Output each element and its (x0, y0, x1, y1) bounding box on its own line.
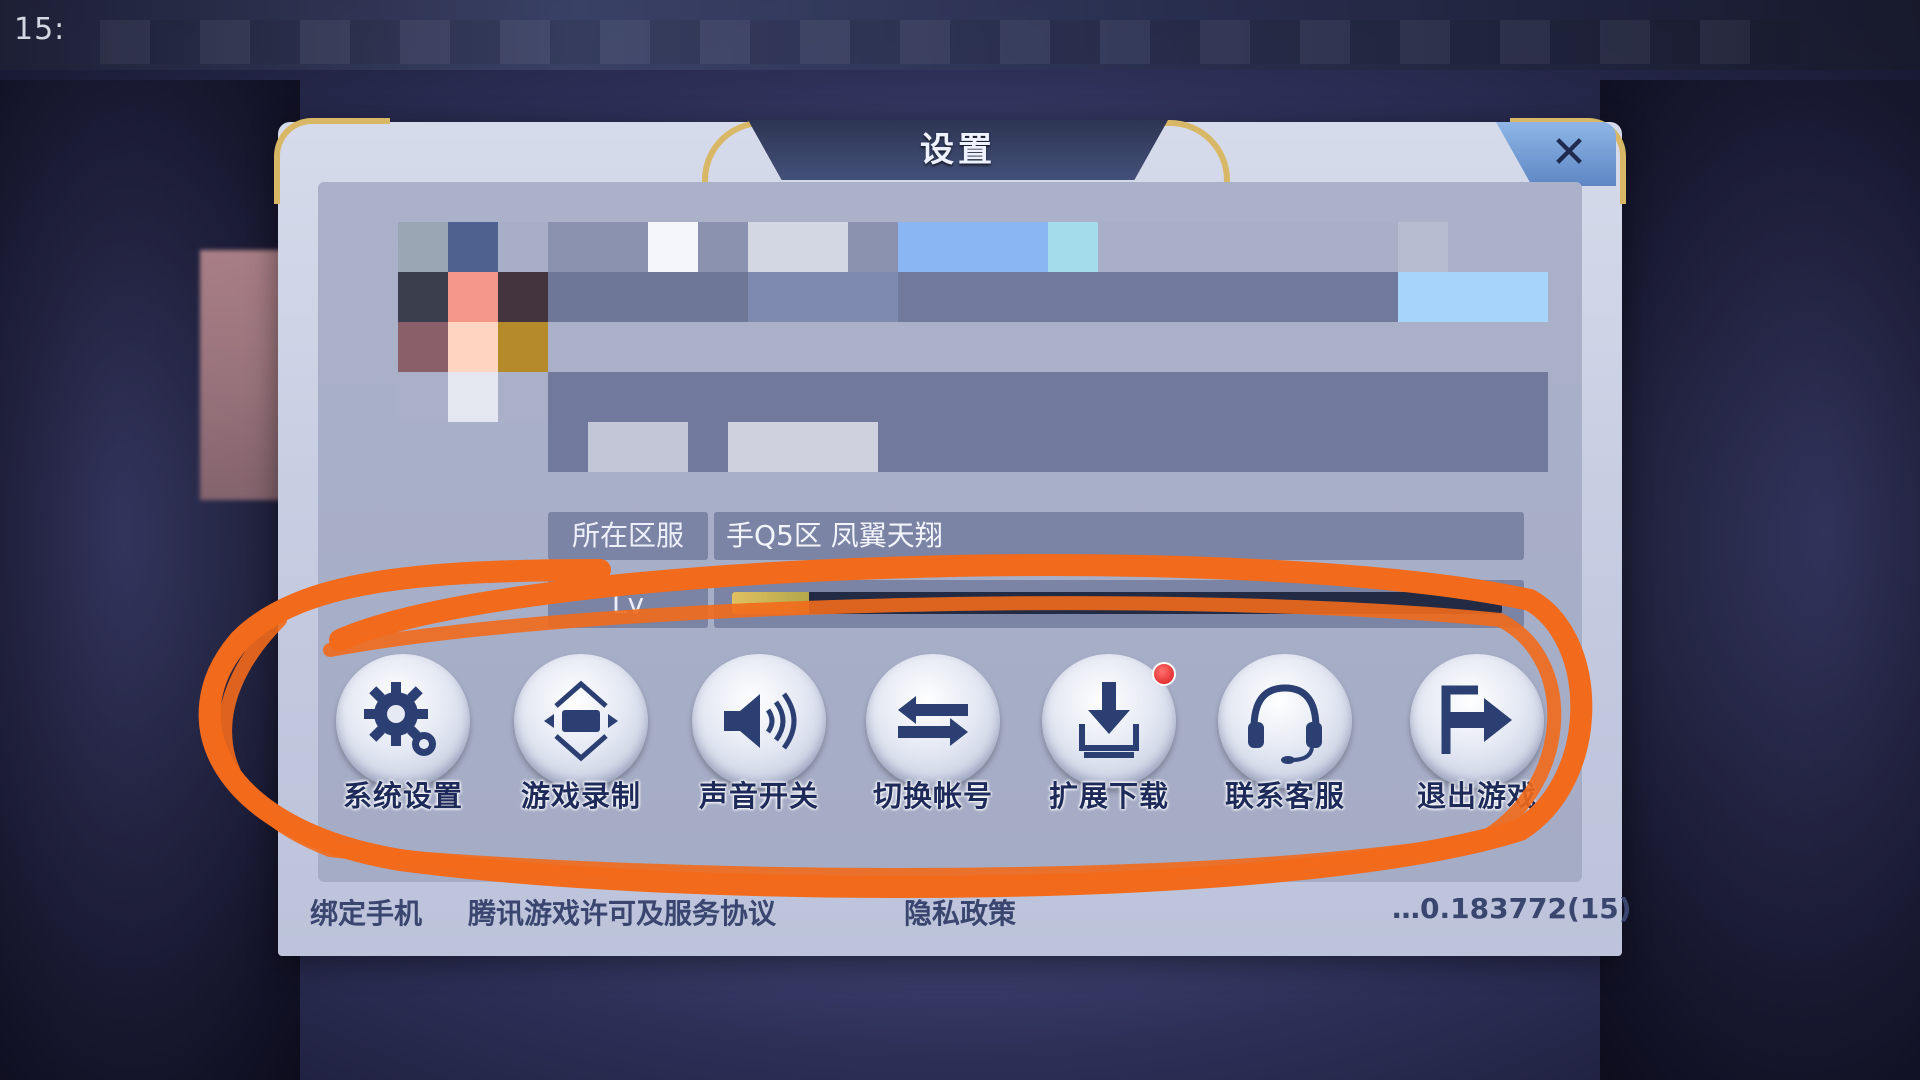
level-row: Lv (548, 580, 1524, 628)
blurred-hud (100, 20, 1800, 64)
button-label: 退出游戏 (1416, 779, 1537, 813)
button-label: 扩展下载 (1048, 779, 1169, 813)
button-circle (1410, 654, 1544, 788)
gear-icon (364, 682, 436, 756)
sound-toggle-button[interactable]: 声音开关 (684, 654, 834, 824)
speaker-icon (724, 692, 797, 750)
headset-icon (1248, 684, 1322, 764)
server-label: 所在区服 (548, 512, 708, 560)
game-screen: 15: 设置 ✕ 所在区服 手Q5区 凤翼天翔 Lv 系统设置 游戏录制 声音开… (0, 0, 1920, 1080)
button-circle (336, 654, 470, 788)
button-label: 联系客服 (1224, 779, 1345, 813)
level-progress-bar (714, 580, 1524, 628)
download-icon (1079, 682, 1139, 758)
button-circle (1218, 654, 1352, 788)
settings-dialog: 设置 ✕ 所在区服 手Q5区 凤翼天翔 Lv 系统设置 游戏录制 声音开关 切换… (274, 118, 1632, 956)
version-text: …0.183772(15) (1392, 892, 1632, 925)
button-label: 切换帐号 (872, 779, 993, 813)
server-value: 手Q5区 凤翼天翔 (714, 512, 1524, 560)
button-label: 系统设置 (342, 779, 463, 813)
notification-badge (1152, 662, 1176, 686)
button-label: 游戏录制 (520, 779, 641, 813)
progress-track (732, 592, 1502, 614)
exit-game-button[interactable]: 退出游戏 (1402, 654, 1552, 824)
record-icon (544, 680, 618, 762)
extension-download-button[interactable]: 扩展下载 (1034, 654, 1184, 824)
exit-icon (1441, 685, 1512, 754)
blurred-player-name (548, 222, 1448, 272)
avatar (398, 222, 548, 422)
progress-fill (732, 592, 809, 614)
button-circle (514, 654, 648, 788)
status-time: 15: (14, 12, 66, 47)
function-button-bar: 系统设置 游戏录制 声音开关 切换帐号 扩展下载 联系客服 退出游戏 (318, 654, 1582, 854)
close-icon[interactable]: ✕ (1534, 130, 1604, 176)
button-circle (866, 654, 1000, 788)
background-left (0, 80, 300, 1080)
switch-account-button[interactable]: 切换帐号 (858, 654, 1008, 824)
footer-links: 绑定手机 腾讯游戏许可及服务协议 隐私政策 …0.183772(15) (310, 882, 1632, 942)
contact-support-button[interactable]: 联系客服 (1210, 654, 1360, 824)
bind-phone-link[interactable]: 绑定手机 (310, 892, 422, 932)
system-settings-button[interactable]: 系统设置 (328, 654, 478, 824)
top-status-bar: 15: (0, 0, 1920, 70)
level-label: Lv (548, 580, 708, 628)
blurred-player-tags (588, 422, 878, 472)
agreement-link[interactable]: 腾讯游戏许可及服务协议 (468, 892, 776, 932)
privacy-link[interactable]: 隐私政策 (904, 892, 1016, 932)
server-row: 所在区服 手Q5区 凤翼天翔 (548, 512, 1524, 560)
dialog-title: 设置 (920, 130, 996, 170)
button-circle (692, 654, 826, 788)
button-label: 声音开关 (698, 779, 819, 813)
game-record-button[interactable]: 游戏录制 (506, 654, 656, 824)
blurred-player-info (548, 272, 1548, 322)
background-right (1600, 80, 1920, 1080)
switch-arrows-icon (898, 696, 968, 746)
